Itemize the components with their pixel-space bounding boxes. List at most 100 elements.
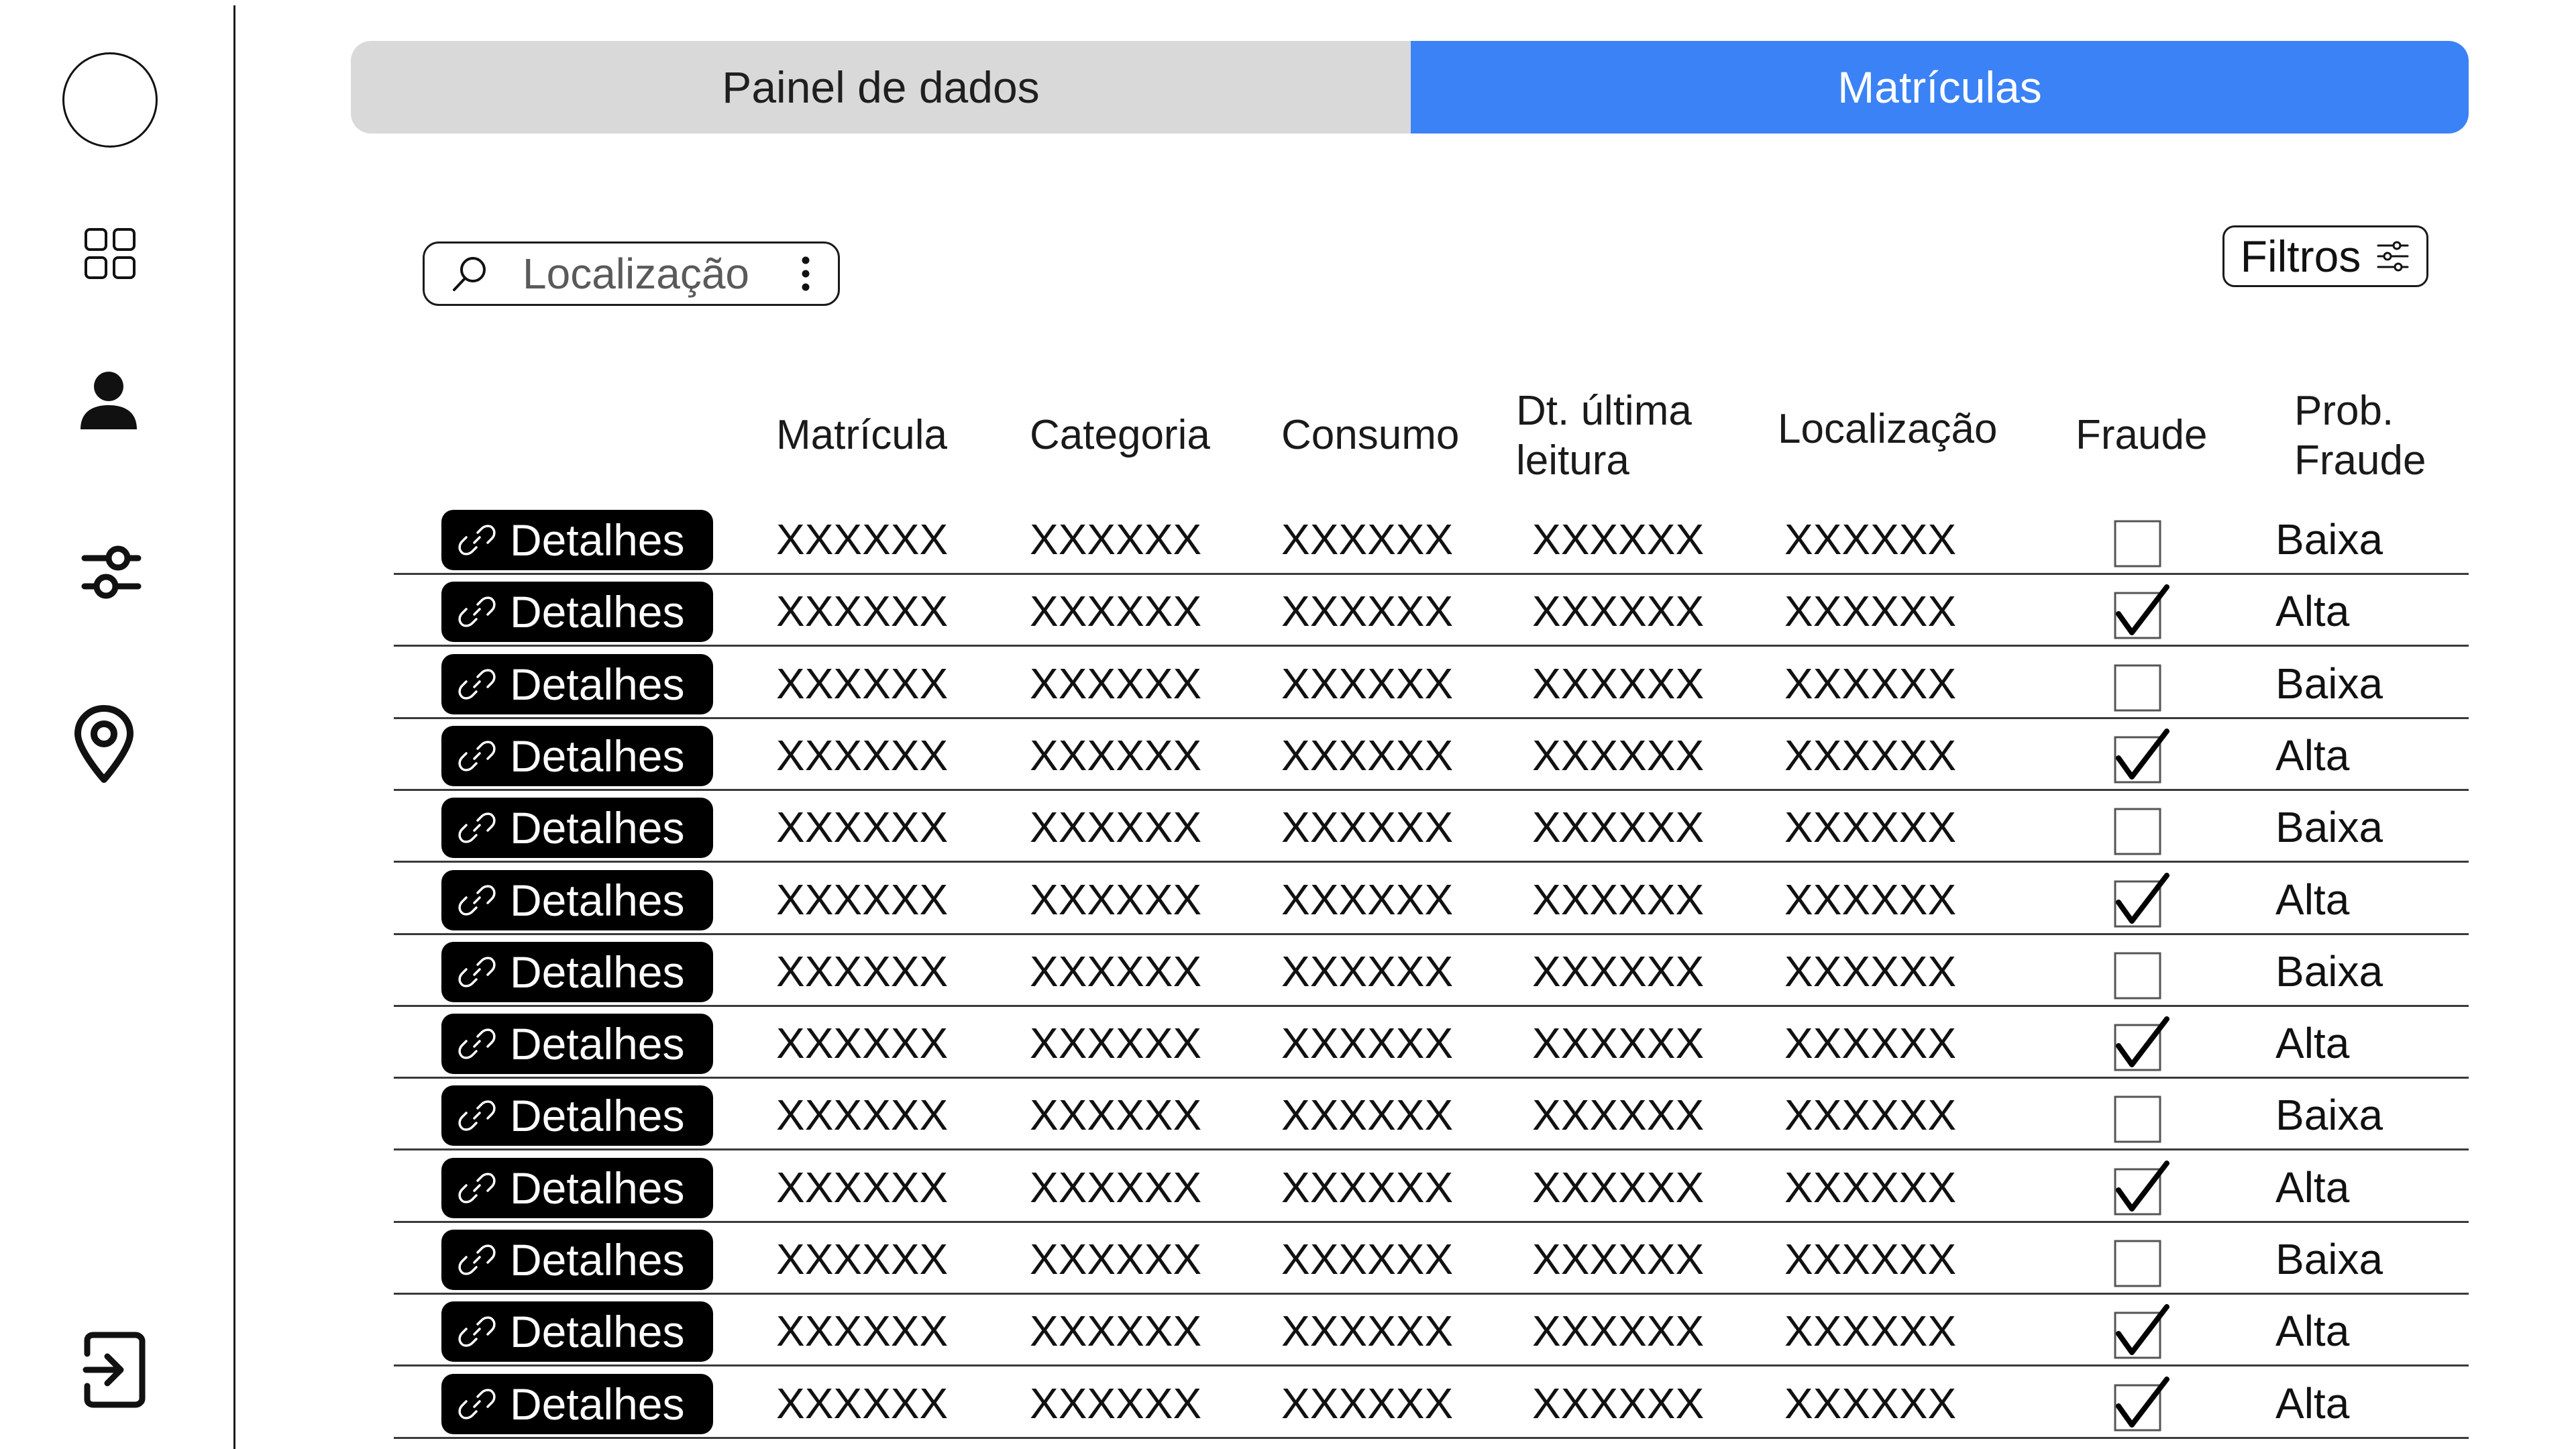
cell-consumo: XXXXXX: [1281, 947, 1454, 996]
link-icon: [458, 1100, 496, 1132]
details-button[interactable]: Detalhes: [441, 1373, 713, 1434]
details-button[interactable]: Detalhes: [441, 510, 713, 570]
filter-sliders-icon: [2377, 241, 2409, 272]
cell-localizacao: XXXXXX: [1784, 1091, 1957, 1140]
details-label: Detalhes: [510, 1379, 685, 1429]
cell-categoria: XXXXXX: [1030, 1379, 1202, 1428]
fraud-checkbox[interactable]: [2113, 1088, 2169, 1144]
cell-prob-fraude: Baixa: [2275, 803, 2383, 852]
details-button[interactable]: Detalhes: [441, 1301, 713, 1362]
details-label: Detalhes: [510, 875, 685, 925]
details-label: Detalhes: [510, 731, 685, 781]
table-row: Detalhes XXXXXX XXXXXX XXXXXX XXXXXX XXXXXX Ba…: [394, 1078, 2469, 1151]
table-row: Detalhes XXXXXX XXXXXX XXXXXX XXXXXX XXXXXX Al…: [394, 863, 2469, 935]
cell-consumo: XXXXXX: [1281, 587, 1454, 636]
details-button[interactable]: Detalhes: [441, 1230, 713, 1290]
cell-categoria: XXXXXX: [1030, 803, 1202, 852]
location-pin-icon[interactable]: [72, 704, 136, 785]
table-row: Detalhes XXXXXX XXXXXX XXXXXX XXXXXX XXXXXX Ba…: [394, 934, 2469, 1007]
tab-matriculas[interactable]: Matrículas: [1411, 41, 2469, 133]
fraud-checkbox[interactable]: [2113, 657, 2169, 713]
logout-icon[interactable]: [82, 1331, 146, 1409]
fraud-checkbox[interactable]: [2113, 800, 2169, 857]
details-button[interactable]: Detalhes: [441, 653, 713, 714]
table-row: Detalhes XXXXXX XXXXXX XXXXXX XXXXXX XXXXXX Ba…: [394, 647, 2469, 719]
cell-prob-fraude: Baixa: [2275, 1235, 2383, 1283]
cell-localizacao: XXXXXX: [1784, 515, 1957, 564]
fraud-checkbox-checked[interactable]: [2113, 1160, 2169, 1217]
details-button[interactable]: Detalhes: [441, 582, 713, 643]
header-prob-fraude: Prob. Fraude: [2294, 386, 2426, 486]
details-button[interactable]: Detalhes: [441, 1157, 713, 1218]
dashboard-grid-icon[interactable]: [83, 227, 137, 280]
cell-localizacao: XXXXXX: [1784, 1379, 1957, 1428]
details-label: Detalhes: [510, 947, 685, 997]
cell-dt-ultima-leitura: XXXXXX: [1532, 1091, 1705, 1140]
details-button[interactable]: Detalhes: [441, 1014, 713, 1075]
cell-matricula: XXXXXX: [776, 1091, 949, 1140]
sidebar-divider: [233, 5, 235, 1449]
search-bar[interactable]: [423, 241, 840, 306]
link-icon: [458, 884, 496, 916]
filters-button[interactable]: Filtros: [2222, 225, 2428, 287]
cell-consumo: XXXXXX: [1281, 1379, 1454, 1428]
cell-consumo: XXXXXX: [1281, 803, 1454, 852]
fraud-checkbox-checked[interactable]: [2113, 1016, 2169, 1073]
cell-consumo: XXXXXX: [1281, 1307, 1454, 1356]
details-button[interactable]: Detalhes: [441, 725, 713, 786]
cell-matricula: XXXXXX: [776, 803, 949, 852]
link-icon: [458, 668, 496, 700]
cell-prob-fraude: Baixa: [2275, 1091, 2383, 1140]
header-dt-ultima-line2: leitura: [1516, 437, 1629, 484]
fraud-checkbox-checked[interactable]: [2113, 728, 2169, 785]
details-label: Detalhes: [510, 803, 685, 853]
cell-localizacao: XXXXXX: [1784, 1163, 1957, 1212]
details-label: Detalhes: [510, 1091, 685, 1141]
header-dt-ultima-line1: Dt. última: [1516, 388, 1692, 434]
fraud-checkbox-checked[interactable]: [2113, 1304, 2169, 1360]
details-label: Detalhes: [510, 1163, 685, 1213]
cell-matricula: XXXXXX: [776, 947, 949, 996]
cell-matricula: XXXXXX: [776, 1307, 949, 1356]
more-options-icon[interactable]: [792, 252, 819, 295]
cell-dt-ultima-leitura: XXXXXX: [1532, 659, 1705, 708]
cell-matricula: XXXXXX: [776, 875, 949, 924]
table-row: Detalhes XXXXXX XXXXXX XXXXXX XXXXXX XXXXXX Ba…: [394, 1222, 2469, 1295]
fraud-checkbox-checked[interactable]: [2113, 584, 2169, 641]
cell-consumo: XXXXXX: [1281, 731, 1454, 780]
fraud-checkbox-checked[interactable]: [2113, 872, 2169, 929]
cell-consumo: XXXXXX: [1281, 1163, 1454, 1212]
avatar[interactable]: [62, 52, 158, 148]
details-button[interactable]: Detalhes: [441, 1085, 713, 1146]
sliders-icon[interactable]: [80, 545, 142, 600]
cell-categoria: XXXXXX: [1030, 875, 1202, 924]
cell-prob-fraude: Baixa: [2275, 515, 2383, 564]
cell-dt-ultima-leitura: XXXXXX: [1532, 803, 1705, 852]
details-button[interactable]: Detalhes: [441, 869, 713, 930]
link-icon: [458, 812, 496, 843]
cell-dt-ultima-leitura: XXXXXX: [1532, 1235, 1705, 1283]
header-dt-ultima-leitura: Dt. última leitura: [1516, 386, 1692, 486]
fraud-checkbox[interactable]: [2113, 1232, 2169, 1289]
link-icon: [458, 1173, 496, 1203]
tab-painel-de-dados[interactable]: Painel de dados: [351, 41, 1411, 133]
cell-categoria: XXXXXX: [1030, 947, 1202, 996]
fraud-checkbox-checked[interactable]: [2113, 1376, 2169, 1433]
table-row: Detalhes XXXXXX XXXXXX XXXXXX XXXXXX XXXXXX Al…: [394, 1294, 2469, 1367]
cell-dt-ultima-leitura: XXXXXX: [1532, 1307, 1705, 1356]
link-icon: [458, 596, 496, 627]
cell-prob-fraude: Alta: [2275, 1307, 2350, 1356]
search-input[interactable]: [523, 249, 777, 299]
user-icon[interactable]: [79, 370, 138, 431]
details-button[interactable]: Detalhes: [441, 798, 713, 859]
details-label: Detalhes: [510, 659, 685, 709]
cell-consumo: XXXXXX: [1281, 1019, 1454, 1068]
details-label: Detalhes: [510, 515, 685, 565]
fraud-checkbox[interactable]: [2113, 945, 2169, 1001]
fraud-checkbox[interactable]: [2113, 513, 2169, 569]
link-icon: [458, 1316, 496, 1347]
cell-categoria: XXXXXX: [1030, 1019, 1202, 1068]
tab-bar: Painel de dados Matrículas: [351, 41, 2469, 133]
details-button[interactable]: Detalhes: [441, 941, 713, 1002]
cell-categoria: XXXXXX: [1030, 515, 1202, 564]
